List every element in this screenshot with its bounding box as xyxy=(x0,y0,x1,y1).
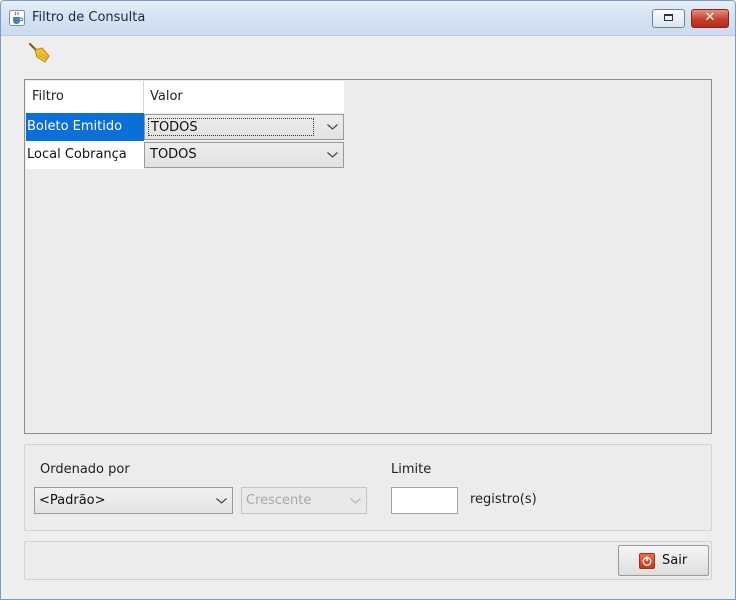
column-header-filtro[interactable]: Filtro xyxy=(26,81,144,113)
close-icon: ✕ xyxy=(704,10,716,25)
order-field-value: <Padrão> xyxy=(39,493,106,508)
window-title: Filtro de Consulta xyxy=(32,10,146,25)
sair-label: Sair xyxy=(662,553,688,568)
java-cup-icon xyxy=(9,10,25,26)
limit-input[interactable] xyxy=(391,487,458,514)
chevron-down-icon[interactable] xyxy=(321,143,343,167)
power-icon xyxy=(639,553,655,569)
limite-label: Limite xyxy=(391,462,432,477)
filter-panel: Filtro Valor Boleto Emitido TODOS Local … xyxy=(24,79,712,434)
order-direction-value: Crescente xyxy=(246,493,312,508)
sair-button[interactable]: Sair xyxy=(618,545,709,576)
dropdown-value: TODOS xyxy=(150,147,197,162)
table-header: Filtro Valor xyxy=(26,81,344,113)
maximize-icon xyxy=(664,14,673,21)
local-cobranca-dropdown[interactable]: TODOS xyxy=(144,142,344,168)
ordenado-por-label: Ordenado por xyxy=(40,462,130,477)
chevron-down-icon[interactable] xyxy=(321,115,343,139)
table-row[interactable]: Local Cobrança TODOS xyxy=(26,141,344,169)
column-header-valor[interactable]: Valor xyxy=(144,81,344,113)
title-bar[interactable]: Filtro de Consulta ✕ xyxy=(1,1,735,36)
registros-label: registro(s) xyxy=(470,492,537,507)
boleto-emitido-dropdown[interactable]: TODOS xyxy=(144,114,344,140)
footer-panel: Sair xyxy=(24,541,712,580)
close-button[interactable]: ✕ xyxy=(691,9,729,28)
maximize-button[interactable] xyxy=(652,9,685,28)
filtro-de-consulta-window: Filtro de Consulta ✕ Filtro Valor Boleto… xyxy=(0,0,736,600)
dropdown-value: TODOS xyxy=(148,118,314,136)
table-row[interactable]: Boleto Emitido TODOS xyxy=(26,113,344,141)
order-field-dropdown[interactable]: <Padrão> xyxy=(34,487,233,514)
filter-table: Filtro Valor Boleto Emitido TODOS Local … xyxy=(26,81,344,169)
filter-name-cell[interactable]: Local Cobrança xyxy=(26,141,144,169)
broom-icon[interactable] xyxy=(27,42,53,66)
order-direction-dropdown: Crescente xyxy=(241,487,367,514)
filter-name-cell[interactable]: Boleto Emitido xyxy=(26,113,144,141)
chevron-down-icon[interactable] xyxy=(210,488,232,513)
ordering-panel: Ordenado por <Padrão> Crescente Limite r… xyxy=(24,444,712,531)
chevron-down-icon xyxy=(344,488,366,513)
